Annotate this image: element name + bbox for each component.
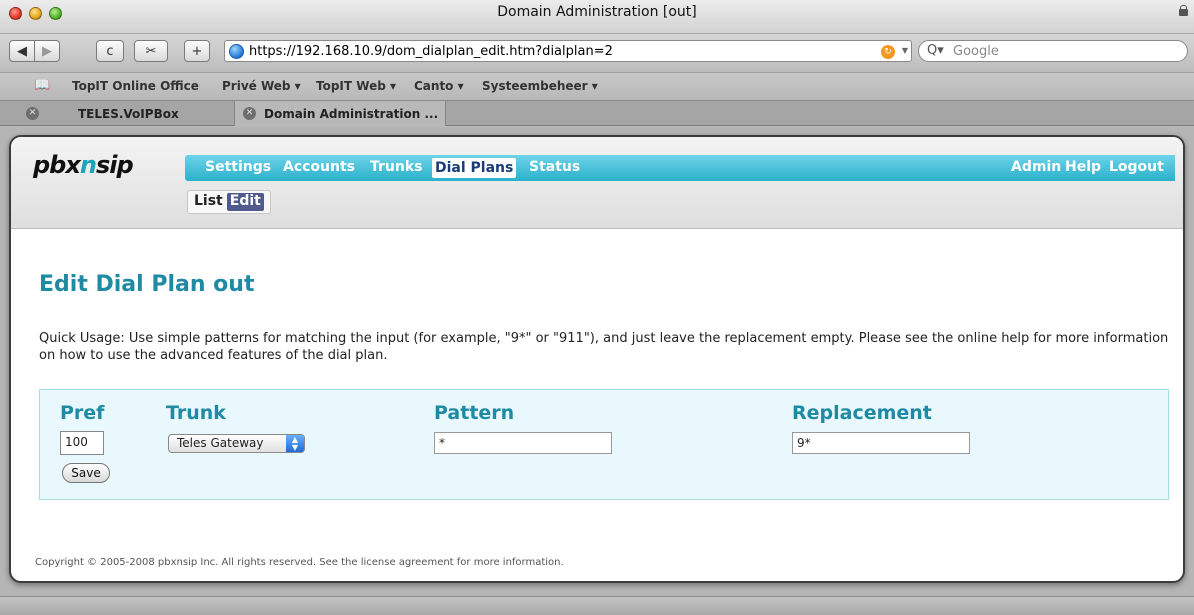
trunk-header: Trunk [166,402,226,424]
globe-icon [229,44,244,59]
nav-settings[interactable]: Settings [205,159,271,175]
pref-field[interactable]: 100 [60,431,104,455]
pattern-header: Pattern [434,402,515,424]
copyright-text: Copyright © 2005-2008 pbxnsip Inc. All r… [35,557,564,568]
book-icon[interactable]: 📖 [34,78,50,93]
subnav-list[interactable]: List [194,193,223,211]
nav-help[interactable]: Help [1065,159,1101,175]
nav-admin[interactable]: Admin [1011,159,1061,175]
sub-nav: List Edit [187,190,271,214]
bookmarks-bar: 📖 TopIT Online Office Privé Web ▾ TopIT … [0,72,1194,100]
nav-logout[interactable]: Logout [1109,159,1164,175]
close-tab-icon[interactable]: ✕ [243,107,256,120]
main-nav: Settings Accounts Trunks Dial Plans Stat… [185,155,1175,181]
search-input[interactable]: Q▾ Google [918,40,1188,62]
close-tab-icon[interactable]: ✕ [26,107,39,120]
tab-label: TELES.VoIPBox [78,106,179,121]
nav-trunks[interactable]: Trunks [370,159,423,175]
save-button[interactable]: Save [62,463,110,483]
reload-button[interactable]: c [96,40,124,62]
bookmark-topit-web[interactable]: TopIT Web ▾ [316,79,396,93]
tab-teles-voipbox[interactable]: ✕ TELES.VoIPBox [26,101,234,126]
search-icon: Q▾ [927,43,944,58]
nav-dial-plans[interactable]: Dial Plans [432,158,517,178]
add-bookmark-button[interactable]: + [184,40,210,62]
lock-icon [1179,5,1188,16]
page-title: Edit Dial Plan out [39,272,255,297]
forward-button[interactable]: ▶ [34,40,60,62]
replacement-header: Replacement [792,402,932,424]
app-frame: pbxnsip Settings Accounts Trunks Dial Pl… [9,135,1185,583]
trunk-select[interactable]: Teles Gateway ▲ ▼ [168,434,305,453]
trunk-selected-value: Teles Gateway [177,436,264,450]
subnav-edit[interactable]: Edit [226,193,264,211]
tab-bar: ✕ TELES.VoIPBox ✕ Domain Administration … [0,100,1194,126]
window-titlebar: Domain Administration [out] [0,0,1194,34]
window-title: Domain Administration [out] [497,4,697,20]
chevron-down-icon[interactable]: ▼ [902,46,908,55]
bookmark-systeembeheer[interactable]: Systeembeheer ▾ [482,79,598,93]
rss-icon[interactable]: ↻ [881,45,895,59]
bookmark-topit-online-office[interactable]: TopIT Online Office [72,79,199,93]
replacement-field[interactable]: 9* [792,432,970,454]
pbxnsip-logo: pbxnsip [33,151,134,179]
nav-accounts[interactable]: Accounts [283,159,355,175]
dial-plan-form: Pref Trunk Pattern Replacement 100 Teles… [39,389,1169,500]
quick-usage-text: Quick Usage: Use simple patterns for mat… [39,331,1169,363]
nav-status[interactable]: Status [529,159,580,175]
select-arrows-icon: ▲ ▼ [286,435,304,452]
browser-toolbar: ◀ ▶ c ✂ + https://192.168.10.9/dom_dialp… [0,34,1194,72]
snip-button[interactable]: ✂ [134,40,168,62]
tab-label: Domain Administration ... [264,106,439,121]
back-button[interactable]: ◀ [9,40,35,62]
bookmark-prive-web[interactable]: Privé Web ▾ [222,79,301,93]
pattern-field[interactable]: * [434,432,612,454]
pref-header: Pref [60,402,105,424]
status-bar [0,596,1194,615]
tab-domain-administration[interactable]: ✕ Domain Administration ... [234,101,446,126]
url-text: https://192.168.10.9/dom_dialplan_edit.h… [249,44,613,59]
address-bar[interactable]: https://192.168.10.9/dom_dialplan_edit.h… [224,40,912,62]
app-header: pbxnsip Settings Accounts Trunks Dial Pl… [11,137,1183,229]
bookmark-canto[interactable]: Canto ▾ [414,79,464,93]
search-placeholder: Google [953,44,999,59]
